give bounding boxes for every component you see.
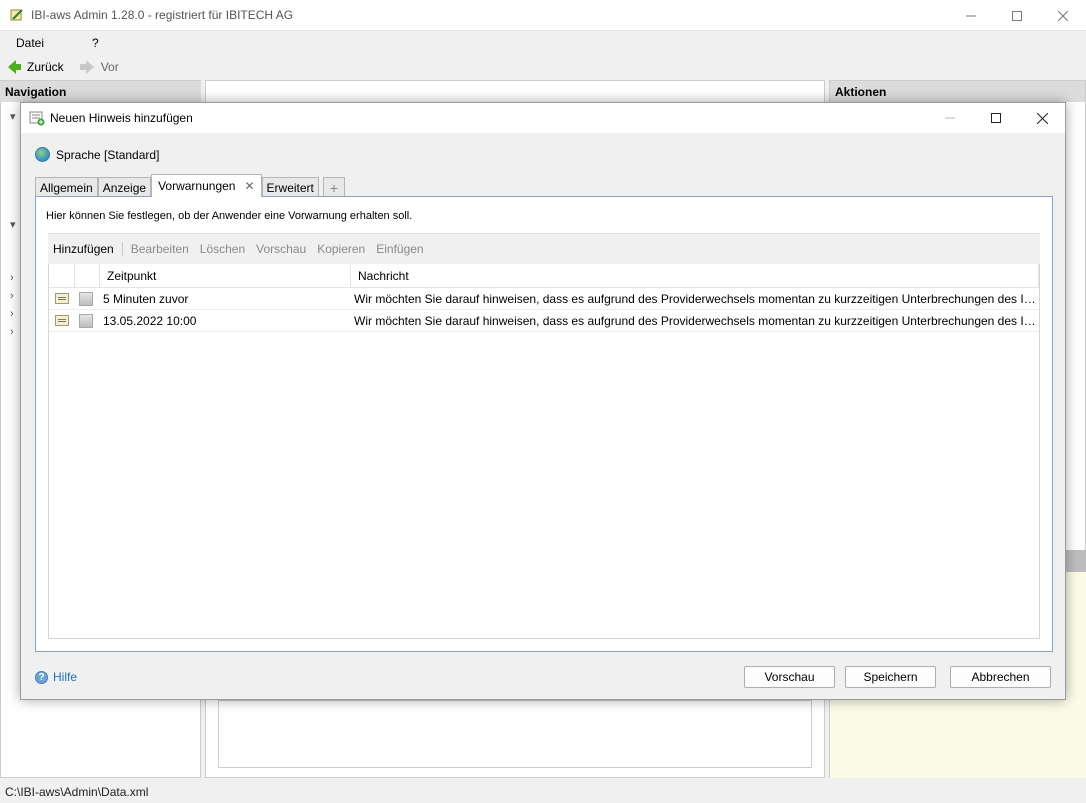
language-selector[interactable]: Sprache [Standard] xyxy=(35,147,159,162)
tab-vorwarnungen[interactable]: Vorwarnungen ✕ xyxy=(151,174,262,197)
chevron-right-icon[interactable]: › xyxy=(10,308,14,320)
close-icon[interactable] xyxy=(1019,103,1065,133)
chevron-right-icon[interactable]: › xyxy=(10,290,14,302)
back-label: Zurück xyxy=(27,60,64,74)
forward-label: Vor xyxy=(100,60,119,74)
tab-anzeige[interactable]: Anzeige xyxy=(97,177,152,197)
tab-strip: Allgemein Anzeige Vorwarnungen ✕ Erweite… xyxy=(35,174,346,197)
minimize-icon[interactable] xyxy=(927,103,973,133)
chevron-down-icon[interactable]: ▾ xyxy=(10,110,16,123)
preview-button[interactable]: Vorschau xyxy=(744,666,835,688)
tab-label: Vorwarnungen xyxy=(158,179,236,193)
cancel-button[interactable]: Abbrechen xyxy=(950,666,1051,688)
globe-icon xyxy=(35,147,50,162)
notice-icon xyxy=(55,315,69,326)
menu-bar: Datei ? xyxy=(0,31,1086,55)
status-bar: C:\IBI-aws\Admin\Data.xml xyxy=(0,780,1086,803)
actions-strip xyxy=(1064,550,1086,572)
paste-button[interactable]: Einfügen xyxy=(376,242,423,256)
toolbar-separator xyxy=(121,242,123,256)
row-message: Wir möchten Sie darauf hinweisen, dass e… xyxy=(354,314,1039,328)
menu-help[interactable]: ? xyxy=(74,36,105,50)
plus-icon: + xyxy=(329,179,339,196)
minimize-icon[interactable] xyxy=(948,0,994,31)
maximize-icon[interactable] xyxy=(994,0,1040,31)
header-nachricht[interactable]: Nachricht xyxy=(351,264,1039,287)
language-label: Sprache [Standard] xyxy=(56,147,160,162)
help-link[interactable]: ? Hilfe xyxy=(35,670,77,684)
main-window-title: IBI-aws Admin 1.28.0 - registriert für I… xyxy=(31,8,294,22)
header-zeitpunkt[interactable]: Zeitpunkt xyxy=(100,264,351,287)
notice-add-icon xyxy=(29,110,45,126)
notice-icon xyxy=(55,293,69,304)
row-time: 5 Minuten zuvor xyxy=(103,291,189,306)
tab-close-icon[interactable]: ✕ xyxy=(244,179,254,193)
tab-allgemein[interactable]: Allgemein xyxy=(35,177,98,197)
copy-button[interactable]: Kopieren xyxy=(317,242,365,256)
row-time: 13.05.2022 10:00 xyxy=(103,313,197,328)
maximize-icon[interactable] xyxy=(973,103,1019,133)
forward-button[interactable]: Vor xyxy=(74,60,119,74)
add-button[interactable]: Hinzufügen xyxy=(53,242,114,256)
header-icon-col xyxy=(49,264,75,287)
forward-arrow-icon xyxy=(79,60,94,74)
row-message: Wir möchten Sie darauf hinweisen, dass e… xyxy=(354,292,1039,306)
delete-button[interactable]: Löschen xyxy=(200,242,245,256)
main-title-bar: IBI-aws Admin 1.28.0 - registriert für I… xyxy=(0,0,1086,31)
add-tab-button[interactable]: + xyxy=(322,177,346,197)
header-icon-col xyxy=(75,264,100,287)
back-arrow-icon xyxy=(8,60,21,74)
prewarning-grid: Zeitpunkt Nachricht 5 Minuten zuvor Wir … xyxy=(48,264,1040,639)
tab-label: Allgemein xyxy=(40,180,93,195)
app-icon xyxy=(9,7,25,23)
chevron-right-icon[interactable]: › xyxy=(10,272,14,284)
dialog-title-bar: Neuen Hinweis hinzufügen xyxy=(21,103,1065,133)
actions-header: Aktionen xyxy=(830,81,1085,102)
chevron-down-icon[interactable]: ▾ xyxy=(10,218,16,231)
grid-toolbar: Hinzufügen Bearbeiten Löschen Vorschau K… xyxy=(48,233,1040,264)
panel-description: Hier können Sie festlegen, ob der Anwend… xyxy=(46,210,413,222)
chevron-right-icon[interactable]: › xyxy=(10,326,14,338)
preview-toolbar-button[interactable]: Vorschau xyxy=(256,242,306,256)
history-nav-bar: Zurück Vor xyxy=(0,55,1086,79)
table-row[interactable]: 5 Minuten zuvor Wir möchten Sie darauf h… xyxy=(49,288,1039,310)
table-row[interactable]: 13.05.2022 10:00 Wir möchten Sie darauf … xyxy=(49,310,1039,332)
content-inner-box xyxy=(218,700,812,768)
dialog-title: Neuen Hinweis hinzufügen xyxy=(50,111,193,125)
close-icon[interactable] xyxy=(1040,0,1086,31)
tab-label: Anzeige xyxy=(102,180,147,195)
add-notice-dialog: Neuen Hinweis hinzufügen Sprache [Standa… xyxy=(20,102,1066,700)
menu-datei[interactable]: Datei xyxy=(8,36,52,50)
navigation-header: Navigation xyxy=(0,81,201,102)
status-path: C:\IBI-aws\Admin\Data.xml xyxy=(5,784,149,799)
vorwarnungen-panel: Hier können Sie festlegen, ob der Anwend… xyxy=(35,196,1053,652)
tab-erweitert[interactable]: Erweitert xyxy=(261,177,319,197)
help-icon: ? xyxy=(35,670,48,684)
edit-button[interactable]: Bearbeiten xyxy=(131,242,189,256)
save-button[interactable]: Speichern xyxy=(845,666,936,688)
help-label: Hilfe xyxy=(53,670,78,684)
display-type-icon xyxy=(79,313,93,328)
back-button[interactable]: Zurück xyxy=(8,60,64,74)
grid-header: Zeitpunkt Nachricht xyxy=(49,264,1039,288)
tab-label: Erweitert xyxy=(266,180,314,195)
display-type-icon xyxy=(79,291,93,306)
